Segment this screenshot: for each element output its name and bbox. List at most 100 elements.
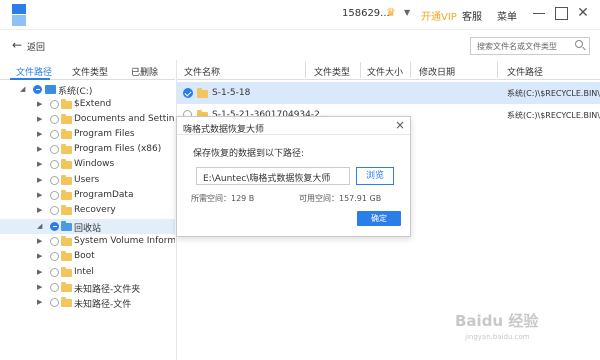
- tab-file-path[interactable]: 文件路径: [16, 65, 52, 78]
- select-radio[interactable]: [50, 252, 59, 261]
- user-account[interactable]: 158629...: [342, 8, 390, 19]
- expand-arrow-icon[interactable]: ▶: [37, 252, 42, 260]
- column-modified-date[interactable]: 修改日期: [419, 65, 455, 78]
- folder-icon: [61, 114, 72, 124]
- column-file-name[interactable]: 文件名称: [184, 65, 220, 78]
- tree-item-label: System Volume Informa: [74, 236, 175, 246]
- tree-item-users[interactable]: ▶ Users: [0, 173, 175, 188]
- folder-icon: [61, 190, 72, 200]
- column-divider[interactable]: [410, 62, 411, 78]
- dialog-prompt: 保存恢复的数据到以下路径:: [193, 149, 305, 159]
- expand-arrow-icon[interactable]: ◢: [20, 85, 25, 93]
- tree-item-system-volume[interactable]: ▶ System Volume Informa: [0, 234, 175, 249]
- column-file-size[interactable]: 文件大小: [367, 65, 403, 78]
- expand-arrow-icon[interactable]: ▶: [37, 237, 42, 245]
- tree-item-label: Boot: [74, 251, 95, 261]
- expand-arrow-icon[interactable]: ▶: [37, 145, 42, 153]
- folder-icon: [61, 205, 72, 215]
- expand-arrow-icon[interactable]: ◢: [37, 222, 42, 230]
- tree-item-label: ProgramData: [74, 190, 134, 200]
- column-divider[interactable]: [305, 62, 306, 78]
- select-radio[interactable]: [50, 298, 59, 307]
- close-icon[interactable]: ×: [395, 118, 405, 132]
- menu-button[interactable]: 菜单: [497, 8, 517, 23]
- tree-item-unknown-folder[interactable]: ▶ 未知路径-文件夹: [0, 280, 175, 295]
- folder-icon: [61, 297, 72, 307]
- select-radio[interactable]: [50, 115, 59, 124]
- tree-item-intel[interactable]: ▶ Intel: [0, 265, 175, 280]
- select-radio[interactable]: [50, 191, 59, 200]
- folder-icon: [61, 175, 72, 185]
- search-input[interactable]: 搜索文件名或文件类型: [470, 37, 590, 55]
- checked-icon[interactable]: [183, 88, 193, 98]
- tree-item-windows[interactable]: ▶ Windows: [0, 157, 175, 172]
- tree-item-documents[interactable]: ▶ Documents and Settings: [0, 112, 175, 127]
- chevron-down-icon[interactable]: ▼: [404, 8, 410, 17]
- maximize-icon[interactable]: [552, 4, 570, 22]
- folder-icon: [197, 88, 208, 98]
- tree-item-label: Program Files: [74, 129, 135, 139]
- column-divider[interactable]: [497, 62, 498, 78]
- tree-item-extend[interactable]: ▶ $Extend: [0, 97, 175, 112]
- folder-icon: [61, 251, 72, 261]
- minimize-icon[interactable]: [530, 4, 548, 22]
- required-space-text: 所需空间：129 B: [191, 194, 255, 203]
- back-arrow-icon[interactable]: ←: [12, 39, 22, 51]
- select-radio[interactable]: [50, 145, 59, 154]
- ok-button[interactable]: 确定: [357, 211, 401, 226]
- select-radio[interactable]: [50, 237, 59, 246]
- expand-arrow-icon[interactable]: ▶: [37, 176, 42, 184]
- expand-arrow-icon[interactable]: ▶: [37, 130, 42, 138]
- tree-item-programdata[interactable]: ▶ ProgramData: [0, 188, 175, 203]
- select-radio[interactable]: [50, 268, 59, 277]
- tree-item-unknown-file[interactable]: ▶ 未知路径-文件: [0, 295, 175, 310]
- table-row[interactable]: S-1-5-18 系统(C:)\$RECYCLE.BIN\: [177, 82, 600, 104]
- title-bar: 158629... ♛ ▼ 开通VIP 客服 菜单 ✕: [0, 0, 600, 30]
- tree-item-label: Windows: [74, 159, 115, 169]
- close-icon[interactable]: ✕: [574, 4, 592, 22]
- active-tab-indicator: [10, 78, 50, 80]
- save-path-field[interactable]: E:\Auntec\嗨格式数据恢复大师: [196, 167, 350, 185]
- select-radio[interactable]: [50, 176, 59, 185]
- select-radio[interactable]: [50, 130, 59, 139]
- folder-icon: [61, 129, 72, 139]
- select-radio[interactable]: [50, 160, 59, 169]
- select-radio[interactable]: [33, 85, 42, 94]
- expand-arrow-icon[interactable]: ▶: [37, 191, 42, 199]
- expand-arrow-icon[interactable]: ▶: [37, 100, 42, 108]
- search-icon[interactable]: [575, 40, 583, 48]
- divider: [177, 134, 410, 135]
- folder-icon: [61, 159, 72, 169]
- column-file-type[interactable]: 文件类型: [314, 65, 350, 78]
- column-divider[interactable]: [360, 62, 361, 78]
- app-logo: [12, 4, 26, 26]
- folder-icon: [61, 267, 72, 277]
- tab-file-type[interactable]: 文件类型: [72, 65, 108, 78]
- browse-button[interactable]: 浏览: [356, 167, 394, 185]
- select-radio[interactable]: [50, 206, 59, 215]
- column-file-path[interactable]: 文件路径: [507, 65, 543, 78]
- customer-service-link[interactable]: 客服: [462, 8, 482, 23]
- expand-arrow-icon[interactable]: ▶: [37, 160, 42, 168]
- tree-item-recovery[interactable]: ▶ Recovery: [0, 203, 175, 218]
- expand-arrow-icon[interactable]: ▶: [37, 298, 42, 306]
- tree-item-label: Recovery: [74, 205, 116, 215]
- tree-item-label: 未知路径-文件: [74, 300, 132, 310]
- expand-arrow-icon[interactable]: ▶: [37, 268, 42, 276]
- tree-item-recycle-bin[interactable]: ◢ 回收站: [0, 219, 175, 234]
- tree-item-program-files[interactable]: ▶ Program Files: [0, 127, 175, 142]
- recycle-bin-icon: [61, 221, 72, 231]
- tree-item-boot[interactable]: ▶ Boot: [0, 249, 175, 264]
- select-radio[interactable]: [50, 222, 59, 231]
- tab-deleted[interactable]: 已删除: [131, 65, 158, 78]
- expand-arrow-icon[interactable]: ▶: [37, 206, 42, 214]
- tree-item-drive-c[interactable]: ◢ 系统(C:): [0, 82, 175, 97]
- folder-tree: ◢ 系统(C:) ▶ $Extend ▶ Documents and Setti…: [0, 82, 175, 360]
- expand-arrow-icon[interactable]: ▶: [37, 283, 42, 291]
- select-radio[interactable]: [50, 100, 59, 109]
- expand-arrow-icon[interactable]: ▶: [37, 115, 42, 123]
- back-button[interactable]: 返回: [27, 40, 45, 53]
- open-vip-link[interactable]: 开通VIP: [421, 8, 457, 23]
- select-radio[interactable]: [50, 283, 59, 292]
- tree-item-program-files-x86[interactable]: ▶ Program Files (x86): [0, 142, 175, 157]
